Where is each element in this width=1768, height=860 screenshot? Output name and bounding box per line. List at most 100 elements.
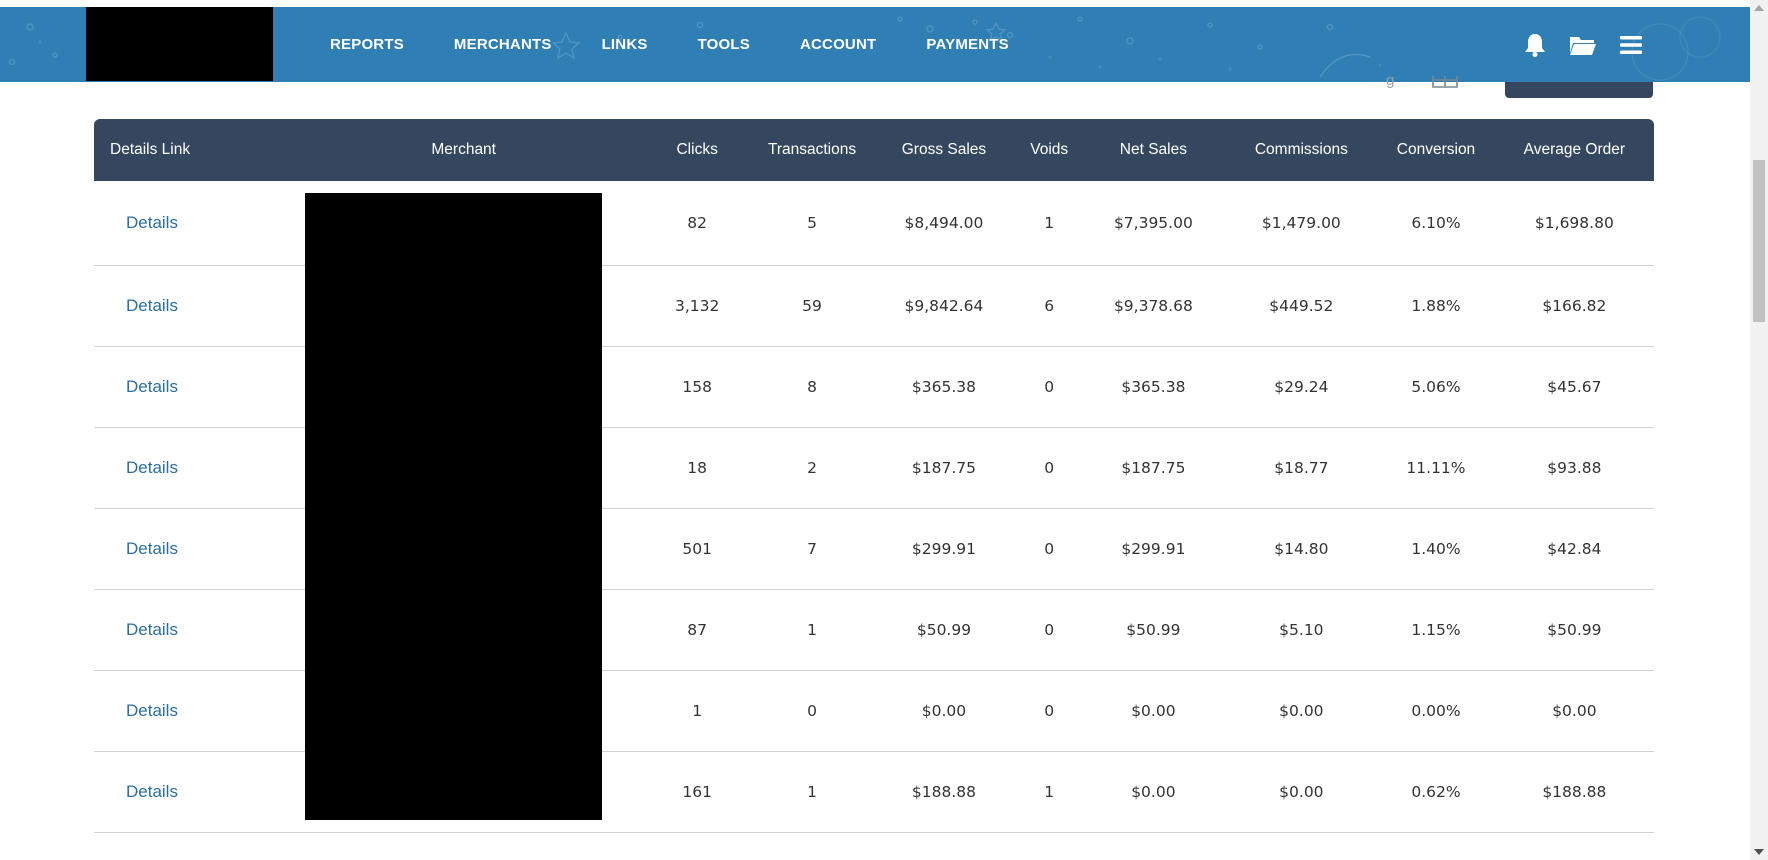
table-header-row: Details Link Merchant Clicks Transaction… [94, 119, 1654, 181]
net-sales-cell: $0.00 [1131, 782, 1176, 801]
voids-cell: 0 [1044, 539, 1055, 558]
average-order-cell: $50.99 [1547, 620, 1602, 639]
details-link[interactable]: Details [126, 458, 178, 477]
commissions-cell: $449.52 [1269, 296, 1334, 315]
commissions-cell: $0.00 [1279, 782, 1324, 801]
net-sales-cell: $299.91 [1121, 539, 1186, 558]
top-navigation-bar: REPORTS MERCHANTS LINKS TOOLS ACCOUNT PA… [0, 7, 1750, 82]
clicks-cell: 158 [682, 377, 712, 396]
column-header-conversion[interactable]: Conversion [1377, 119, 1495, 181]
logo-redacted[interactable] [86, 7, 273, 81]
conversion-cell: 0.00% [1411, 701, 1461, 720]
average-order-cell: $93.88 [1547, 458, 1602, 477]
nav-merchants[interactable]: MERCHANTS [454, 36, 552, 53]
conversion-cell: 6.10% [1411, 213, 1461, 232]
details-link[interactable]: Details [126, 701, 178, 720]
net-sales-cell: $50.99 [1126, 620, 1181, 639]
details-link[interactable]: Details [126, 620, 178, 639]
vertical-scrollbar[interactable] [1750, 0, 1768, 860]
net-sales-cell: $187.75 [1121, 458, 1186, 477]
voids-cell: 0 [1044, 377, 1055, 396]
details-link[interactable]: Details [126, 377, 178, 396]
voids-cell: 1 [1044, 782, 1055, 801]
column-header-net-sales[interactable]: Net Sales [1081, 119, 1225, 181]
toolbar-partial-text: g [1386, 72, 1395, 89]
voids-cell: 6 [1044, 296, 1055, 315]
commissions-cell: $14.80 [1274, 539, 1329, 558]
header-icons [1521, 7, 1645, 82]
clicks-cell: 82 [687, 213, 708, 232]
details-cell: Details [94, 181, 286, 265]
transactions-cell: 5 [807, 213, 817, 232]
transactions-cell: 0 [807, 701, 817, 720]
gross-sales-cell: $188.88 [911, 782, 977, 801]
net-sales-cell: $365.38 [1121, 377, 1186, 396]
main-nav: REPORTS MERCHANTS LINKS TOOLS ACCOUNT PA… [330, 7, 1059, 82]
commissions-cell: $1,479.00 [1261, 213, 1341, 232]
average-order-cell: $42.84 [1547, 539, 1602, 558]
details-link[interactable]: Details [126, 782, 178, 801]
gross-sales-cell: $9,842.64 [904, 296, 984, 315]
gross-sales-cell: $50.99 [916, 620, 972, 639]
commissions-cell: $5.10 [1279, 620, 1324, 639]
details-link[interactable]: Details [126, 213, 178, 232]
column-header-clicks[interactable]: Clicks [641, 119, 753, 181]
details-cell: Details [94, 346, 286, 427]
transactions-cell: 1 [807, 782, 817, 801]
gross-sales-cell: $187.75 [911, 458, 977, 477]
column-header-transactions[interactable]: Transactions [753, 119, 871, 181]
conversion-cell: 0.62% [1411, 782, 1461, 801]
details-cell: Details [94, 427, 286, 508]
column-header-details-link[interactable]: Details Link [94, 119, 286, 181]
average-order-cell: $188.88 [1542, 782, 1607, 801]
bell-icon[interactable] [1521, 31, 1549, 59]
voids-cell: 0 [1044, 620, 1055, 639]
net-sales-cell: $9,378.68 [1113, 296, 1193, 315]
column-header-commissions[interactable]: Commissions [1226, 119, 1378, 181]
folder-open-icon[interactable] [1569, 31, 1597, 59]
clicks-cell: 501 [682, 539, 712, 558]
transactions-cell: 2 [807, 458, 817, 477]
transactions-cell: 59 [802, 296, 822, 315]
toolbar-action-button[interactable] [1505, 82, 1653, 98]
voids-cell: 0 [1044, 458, 1055, 477]
gross-sales-cell: $299.91 [911, 539, 977, 558]
voids-cell: 1 [1044, 213, 1055, 232]
clicks-cell: 3,132 [674, 296, 720, 315]
details-cell: Details [94, 589, 286, 670]
hamburger-menu-icon[interactable] [1617, 31, 1645, 59]
transactions-cell: 1 [807, 620, 817, 639]
details-cell: Details [94, 670, 286, 751]
nav-payments[interactable]: PAYMENTS [926, 36, 1008, 53]
nav-links[interactable]: LINKS [602, 36, 648, 53]
clicks-cell: 1 [692, 701, 703, 720]
conversion-cell: 1.15% [1411, 620, 1461, 639]
nav-tools[interactable]: TOOLS [698, 36, 750, 53]
net-sales-cell: $7,395.00 [1113, 213, 1193, 232]
details-link[interactable]: Details [126, 539, 178, 558]
transactions-cell: 7 [807, 539, 817, 558]
details-cell: Details [94, 751, 286, 832]
scrollbar-thumb[interactable] [1753, 160, 1765, 322]
column-header-gross-sales[interactable]: Gross Sales [871, 119, 1017, 181]
average-order-cell: $45.67 [1547, 377, 1602, 396]
scroll-up-arrow-icon[interactable] [1754, 5, 1764, 11]
details-link[interactable]: Details [126, 296, 178, 315]
average-order-cell: $1,698.80 [1534, 213, 1614, 232]
average-order-cell: $166.82 [1542, 296, 1607, 315]
column-header-voids[interactable]: Voids [1017, 119, 1081, 181]
nav-reports[interactable]: REPORTS [330, 36, 404, 53]
commissions-cell: $29.24 [1274, 377, 1329, 396]
merchant-names-redacted [305, 193, 602, 820]
column-header-average-order[interactable]: Average Order [1495, 119, 1654, 181]
gross-sales-cell: $0.00 [921, 701, 967, 720]
columns-icon[interactable] [1432, 76, 1458, 88]
clicks-cell: 87 [687, 620, 708, 639]
commissions-cell: $0.00 [1279, 701, 1324, 720]
gross-sales-cell: $365.38 [911, 377, 977, 396]
column-header-merchant[interactable]: Merchant [286, 119, 641, 181]
nav-account[interactable]: ACCOUNT [800, 36, 876, 53]
net-sales-cell: $0.00 [1131, 701, 1176, 720]
scroll-down-arrow-icon[interactable] [1754, 849, 1764, 855]
commissions-cell: $18.77 [1274, 458, 1329, 477]
